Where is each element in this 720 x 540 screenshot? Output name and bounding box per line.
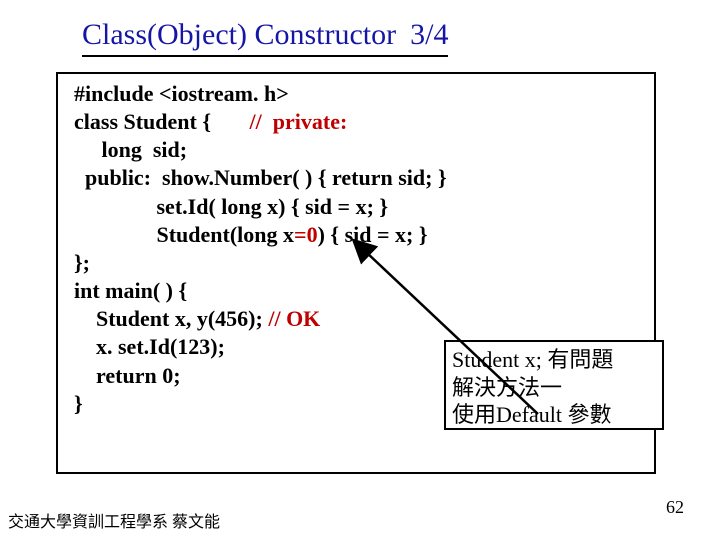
code-box: #include <iostream. h> class Student { /… (56, 72, 656, 474)
annotation-line: 使用Default 參數 (452, 401, 656, 429)
code-line: class Student { // private: (74, 108, 638, 136)
annotation-line: 解決方法一 (452, 374, 656, 402)
title-main: Class(Object) Constructor (82, 18, 396, 51)
page-number: 62 (666, 497, 684, 518)
annotation-line: Student x; 有問題 (452, 346, 656, 374)
slide-title: Class(Object) Constructor 3/4 (82, 18, 448, 57)
comment-private: // private: (250, 109, 348, 134)
footer-text: 交通大學資訓工程學系 蔡文能 (8, 508, 220, 532)
code-line: Student x, y(456); // OK (74, 305, 638, 333)
code-line: }; (74, 249, 638, 277)
code-line: Student(long x=0) { sid = x; } (74, 221, 638, 249)
code-line: long sid; (74, 136, 638, 164)
annotation-box: Student x; 有問題 解決方法一 使用Default 參數 (444, 340, 664, 430)
comment-ok: // OK (268, 306, 320, 331)
slide: Class(Object) Constructor 3/4 #include <i… (0, 0, 720, 540)
code-line: set.Id( long x) { sid = x; } (74, 193, 638, 221)
code-line: #include <iostream. h> (74, 80, 638, 108)
title-wrap: Class(Object) Constructor 3/4 (82, 18, 640, 57)
title-part: 3/4 (410, 18, 448, 51)
default-arg: =0 (294, 222, 318, 247)
code-line: public: show.Number( ) { return sid; } (74, 164, 638, 192)
code-line: int main( ) { (74, 277, 638, 305)
